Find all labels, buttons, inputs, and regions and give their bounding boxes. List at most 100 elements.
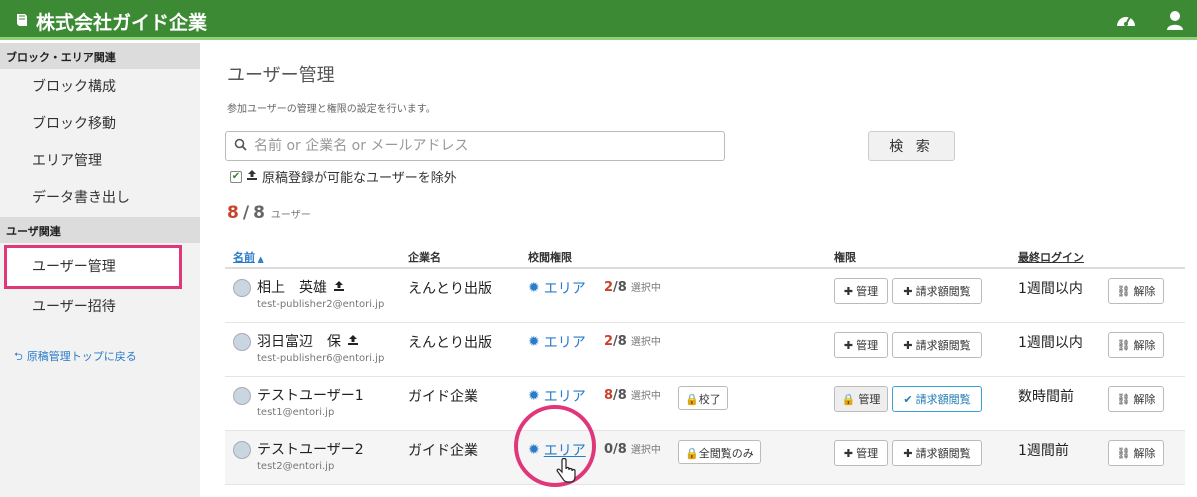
unlink-icon: ⛓	[1116, 284, 1131, 298]
sidebar-item-user-manage[interactable]: ユーザー管理	[4, 245, 182, 289]
count-total: 8	[253, 203, 265, 223]
user-email: test1@entori.jp	[257, 407, 335, 418]
user-email: test-publisher6@entori.jp	[257, 353, 385, 364]
user-email: test-publisher2@entori.jp	[257, 299, 385, 310]
lock-icon: 🔒	[841, 392, 856, 406]
plus-icon: ✚	[843, 338, 854, 352]
unlink-button[interactable]: ⛓ 解除	[1108, 440, 1164, 466]
avatar	[233, 387, 251, 405]
billing-view-button[interactable]: ✚ 請求額閲覧	[892, 278, 982, 304]
table-row: テストユーザー1 test1@entori.jp ガイド企業 ✹ エリア 8/8 選…	[225, 377, 1185, 431]
sidebar-item-area-manage[interactable]: エリア管理	[0, 143, 200, 180]
upload-icon	[333, 280, 345, 295]
check-icon: ✔	[903, 392, 913, 406]
selected-count: 2/8 選択中	[604, 334, 661, 349]
manage-button[interactable]: ✚ 管理	[834, 440, 888, 466]
proof-complete-badge: 🔒校了	[678, 386, 728, 410]
user-company: えんとり出版	[408, 335, 492, 351]
gear-icon: ✹	[528, 280, 540, 296]
area-link[interactable]: ✹ エリア	[528, 386, 586, 406]
exclude-label: 原稿登録が可能なユーザーを除外	[262, 171, 457, 186]
user-company: ガイド企業	[408, 443, 478, 459]
plus-icon: ✚	[843, 446, 854, 460]
sidebar-item-data-export[interactable]: データ書き出し	[0, 180, 200, 217]
manage-button[interactable]: 🔒 管理	[834, 386, 888, 412]
column-header-proof: 校閲権限	[528, 251, 572, 264]
page-description: 参加ユーザーの管理と権限の設定を行います。	[227, 104, 436, 115]
search-input[interactable]	[254, 138, 724, 154]
user-company: えんとり出版	[408, 281, 492, 297]
lock-icon: 🔒	[685, 393, 699, 406]
brand-title: 株式会社ガイド企業	[36, 12, 208, 34]
last-login: 数時間前	[1018, 389, 1074, 405]
user-name: テストユーザー2	[257, 442, 364, 458]
area-link[interactable]: ✹ エリア	[528, 332, 586, 352]
search-box	[225, 131, 725, 161]
sidebar-section-user: ユーザ関連	[0, 217, 200, 243]
exclude-publishers-option[interactable]: ✔ 原稿登録が可能なユーザーを除外	[230, 167, 457, 186]
count-separator: /	[242, 203, 250, 223]
page-title: ユーザー管理	[227, 65, 335, 86]
back-to-top-link[interactable]: ⮌ 原稿管理トップに戻る	[0, 326, 200, 367]
plus-icon: ✚	[903, 446, 913, 460]
sidebar-item-block-move[interactable]: ブロック移動	[0, 106, 200, 143]
table-row: 相上 英雄 test-publisher2@entori.jp えんとり出版 ✹…	[225, 269, 1185, 323]
upload-icon	[246, 169, 258, 185]
unlink-icon: ⛓	[1116, 392, 1131, 406]
billing-view-button[interactable]: ✚ 請求額閲覧	[892, 440, 982, 466]
book-icon	[14, 12, 30, 32]
sidebar-item-user-invite[interactable]: ユーザー招待	[0, 289, 200, 326]
unlink-icon: ⛓	[1116, 338, 1131, 352]
user-email: test2@entori.jp	[257, 461, 335, 472]
back-to-top-label: 原稿管理トップに戻る	[26, 350, 137, 363]
gear-icon: ✹	[528, 388, 540, 404]
selected-count: 2/8 選択中	[604, 280, 661, 295]
lock-icon: 🔒	[685, 447, 699, 460]
unlink-button[interactable]: ⛓ 解除	[1108, 386, 1164, 412]
user-name: 羽日富辺 保	[257, 331, 359, 351]
reply-arrow-icon: ⮌	[14, 350, 23, 363]
count-shown: 8	[227, 203, 239, 223]
dashboard-icon[interactable]	[1114, 8, 1138, 32]
billing-view-button[interactable]: ✚ 請求額閲覧	[892, 332, 982, 358]
avatar	[233, 333, 251, 351]
sidebar: ブロック・エリア関連 ブロック構成 ブロック移動 エリア管理 データ書き出し ユ…	[0, 43, 200, 497]
user-name: 相上 英雄	[257, 277, 345, 297]
avatar	[233, 441, 251, 459]
billing-view-button[interactable]: ✔ 請求額閲覧	[892, 386, 982, 412]
table-row: 羽日富辺 保 test-publisher6@entori.jp えんとり出版 …	[225, 323, 1185, 377]
plus-icon: ✚	[903, 284, 913, 298]
user-name: テストユーザー1	[257, 388, 364, 404]
click-highlight-ring	[514, 405, 596, 487]
column-header-name[interactable]: 名前 ▲	[233, 249, 263, 265]
search-button[interactable]: 検 索	[868, 131, 955, 161]
gear-icon: ✹	[528, 334, 540, 350]
column-header-last-login[interactable]: 最終ログイン	[1018, 249, 1084, 265]
last-login: 1週間前	[1018, 443, 1069, 459]
user-company: ガイド企業	[408, 389, 478, 405]
count-unit: ユーザー	[270, 210, 311, 221]
sidebar-section-block: ブロック・エリア関連	[0, 43, 200, 69]
sidebar-item-block-structure[interactable]: ブロック構成	[0, 69, 200, 106]
column-header-permission: 権限	[834, 251, 856, 264]
hand-cursor-icon	[556, 457, 576, 484]
selected-count: 0/8 選択中	[604, 442, 661, 457]
last-login: 1週間以内	[1018, 281, 1083, 297]
sort-asc-icon: ▲	[258, 255, 264, 263]
table-row: テストユーザー2 test2@entori.jp ガイド企業 ✹ エリア 0/8 選…	[225, 431, 1185, 485]
manage-button[interactable]: ✚ 管理	[834, 332, 888, 358]
view-only-badge: 🔒全閲覧のみ	[678, 440, 761, 464]
manage-button[interactable]: ✚ 管理	[834, 278, 888, 304]
last-login: 1週間以内	[1018, 335, 1083, 351]
plus-icon: ✚	[903, 338, 913, 352]
area-link[interactable]: ✹ エリア	[528, 278, 586, 298]
unlink-icon: ⛓	[1116, 446, 1131, 460]
brand[interactable]: 株式会社ガイド企業	[14, 8, 207, 35]
unlink-button[interactable]: ⛓ 解除	[1108, 332, 1164, 358]
exclude-checkbox[interactable]: ✔	[230, 170, 242, 183]
selected-count: 8/8 選択中	[604, 388, 661, 403]
user-count: 8 / 8 ユーザー	[227, 203, 311, 223]
user-icon[interactable]	[1163, 8, 1187, 32]
unlink-button[interactable]: ⛓ 解除	[1108, 278, 1164, 304]
column-header-company: 企業名	[408, 251, 441, 264]
